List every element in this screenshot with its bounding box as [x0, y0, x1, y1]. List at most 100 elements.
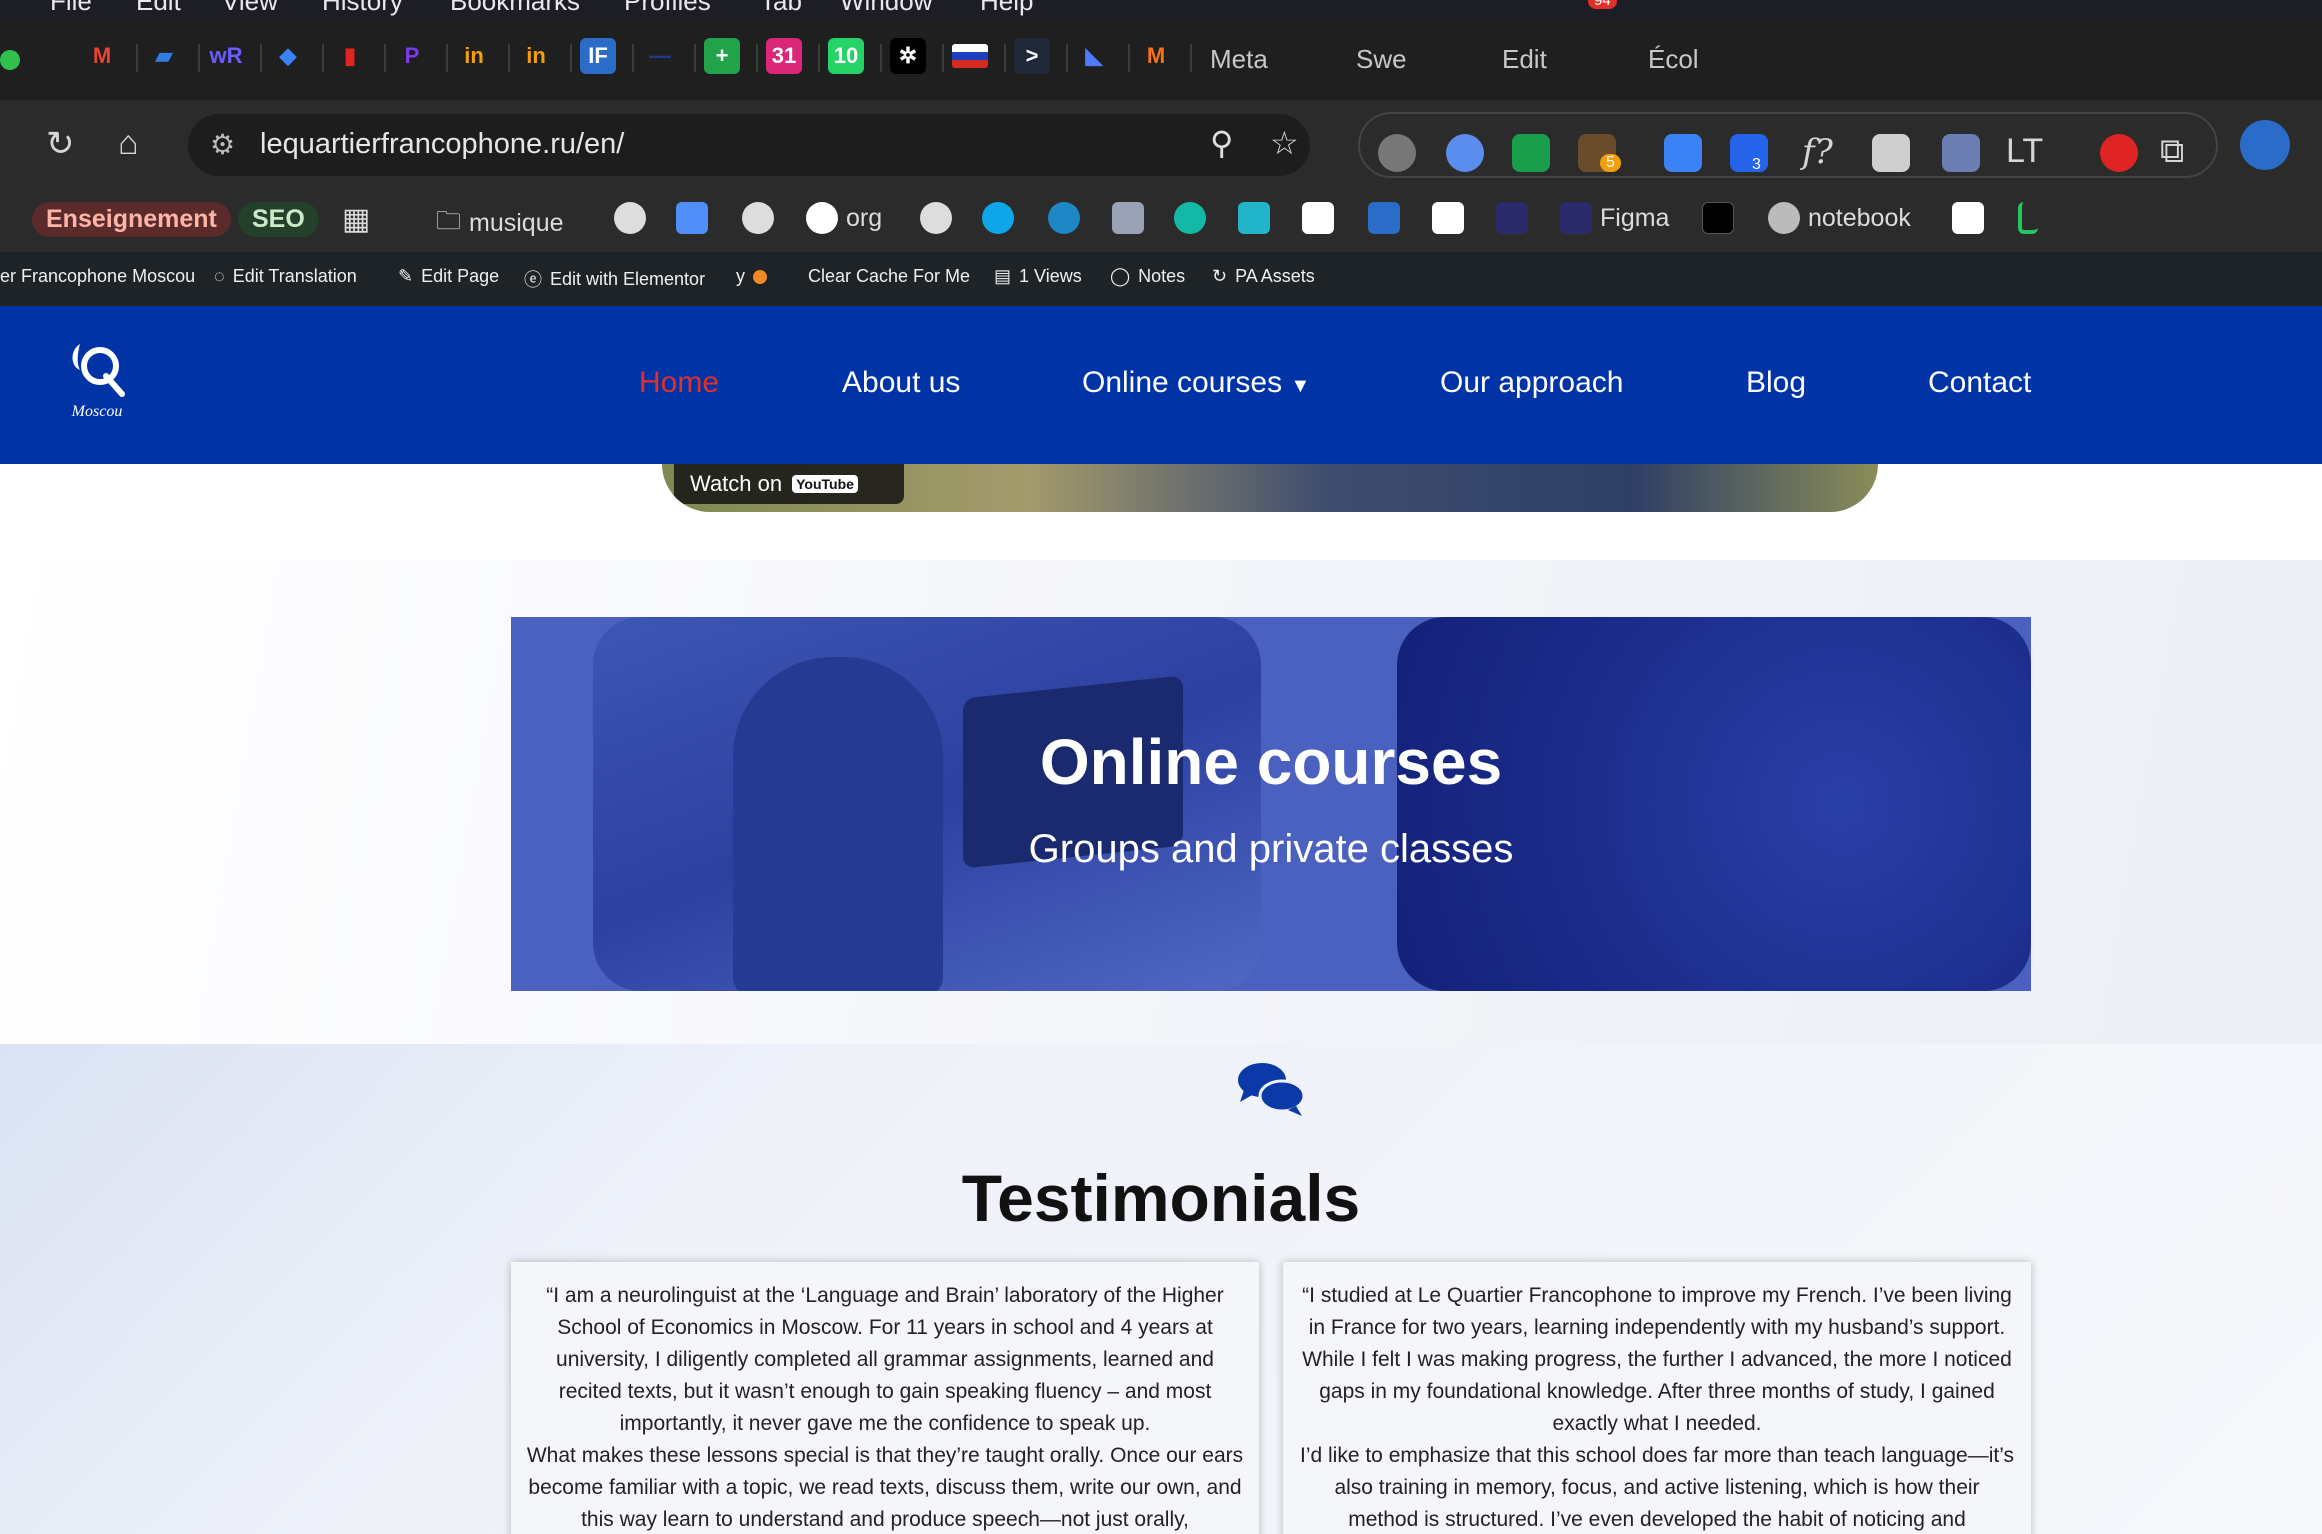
apps-grid-icon[interactable]: ▦	[342, 202, 370, 237]
online-courses-banner[interactable]: Online courses Groups and private classe…	[511, 617, 2031, 991]
menu-window[interactable]: Window	[840, 0, 932, 17]
cap-icon[interactable]: ▰	[146, 38, 182, 74]
tab-separator	[1066, 44, 1068, 72]
menu-help[interactable]: Help	[980, 0, 1033, 17]
nav-home[interactable]: Home	[639, 366, 719, 400]
russia-flag-icon[interactable]	[952, 44, 988, 68]
nav-contact[interactable]: Contact	[1928, 366, 2031, 400]
cap-bookmark-icon[interactable]	[676, 202, 708, 234]
red-book-icon[interactable]: ▮	[332, 38, 368, 74]
nav-online-courses[interactable]: Online courses ▼	[1082, 366, 1310, 400]
admin-edit-page[interactable]: ✎ Edit Page	[398, 266, 499, 287]
s-bookmark-icon[interactable]	[982, 202, 1014, 234]
dash-icon[interactable]: —	[642, 38, 678, 74]
bookmark-notebook[interactable]: notebook	[1768, 202, 1911, 234]
menu-bookmarks[interactable]: Bookmarks	[450, 0, 580, 17]
chat-bookmark-icon[interactable]	[1238, 202, 1270, 234]
edit-extension-icon[interactable]	[1664, 134, 1702, 172]
testimonial-paragraph: “I studied at Le Quartier Francophone to…	[1302, 1284, 2012, 1435]
l-bookmark-icon[interactable]	[1496, 202, 1528, 234]
menu-view[interactable]: View	[222, 0, 278, 17]
browser-tab[interactable]: Écol	[1648, 44, 1699, 75]
browser-tab[interactable]: Meta	[1210, 44, 1268, 75]
quartier-bookmark-icon[interactable]	[614, 202, 646, 234]
bookmark-folder-musique[interactable]: 🗀 musique	[436, 202, 564, 245]
menu-tab[interactable]: Tab	[760, 0, 802, 17]
store-bookmark-icon[interactable]	[1112, 202, 1144, 234]
site-logo[interactable]: Moscou	[64, 336, 130, 421]
school-bookmark-icon[interactable]	[1368, 202, 1400, 234]
nav-about-us[interactable]: About us	[842, 366, 960, 400]
nav-blog[interactable]: Blog	[1746, 366, 1806, 400]
quartier-bookmark-icon-3[interactable]	[920, 202, 952, 234]
l-green-bookmark-icon[interactable]	[2018, 202, 2038, 234]
snowflake-icon[interactable]: ✲	[890, 38, 926, 74]
bookmark-seo[interactable]: SEO	[238, 202, 319, 237]
nav-our-approach[interactable]: Our approach	[1440, 366, 1623, 400]
watch-on-youtube[interactable]: Watch on YouTube	[674, 464, 904, 504]
wave-bookmark-icon[interactable]	[1048, 202, 1080, 234]
elementor-icon: ⓔ	[524, 270, 542, 290]
admin-site-name[interactable]: er Francophone Moscou	[0, 266, 195, 287]
function-extension-icon[interactable]: f?	[1802, 132, 1833, 172]
site-settings-icon[interactable]: ⚙	[210, 128, 235, 161]
admin-views[interactable]: ▤ 1 Views	[994, 266, 1082, 287]
m-icon[interactable]: M	[1138, 38, 1174, 74]
infinity-bookmark-icon[interactable]	[1302, 202, 1334, 234]
browser-tab[interactable]: Edit	[1502, 44, 1547, 75]
p-icon[interactable]: P	[394, 38, 430, 74]
eyedropper-extension-icon[interactable]	[1872, 134, 1910, 172]
layers-icon[interactable]: ◆	[270, 38, 306, 74]
menu-edit[interactable]: Edit	[136, 0, 181, 17]
menu-profiles[interactable]: Profiles	[624, 0, 711, 17]
youtube-logo-icon: YouTube	[792, 475, 858, 493]
figure-extension-icon[interactable]	[1730, 134, 1768, 172]
green-extension-icon[interactable]	[1512, 134, 1550, 172]
home-icon[interactable]: ⌂	[118, 124, 139, 163]
admin-edit-translation[interactable]: ◌ Edit Translation	[214, 266, 357, 287]
gmail-icon[interactable]: M	[84, 38, 120, 74]
puzzle-icon[interactable]: ⧉	[2160, 132, 2184, 171]
wr-icon[interactable]: wR	[208, 38, 244, 74]
l-black-bookmark-icon[interactable]	[1702, 202, 1734, 234]
menu-history[interactable]: History	[322, 0, 403, 17]
p-bookmark-icon[interactable]	[1174, 202, 1206, 234]
admin-clear-cache[interactable]: Clear Cache For Me	[808, 266, 970, 287]
star-extension-icon[interactable]	[1446, 134, 1484, 172]
globe-extension-icon[interactable]	[1378, 134, 1416, 172]
amazon-bookmark-icon[interactable]	[1952, 202, 1984, 234]
whatsapp-icon[interactable]: 10	[828, 38, 864, 74]
bookmark-org[interactable]: org	[806, 202, 882, 234]
tab-separator	[1128, 44, 1130, 72]
profile-avatar[interactable]	[2240, 120, 2290, 170]
in-icon-1[interactable]: in	[456, 38, 492, 74]
in-icon-2[interactable]: in	[518, 38, 554, 74]
if-icon[interactable]: IF	[580, 38, 616, 74]
reload-icon[interactable]: ↻	[46, 124, 75, 164]
menu-file[interactable]: File	[50, 0, 92, 17]
record-extension-icon[interactable]	[2100, 134, 2138, 172]
zoom-icon[interactable]: ⚲	[1210, 124, 1233, 162]
bookmark-figma[interactable]: Figma	[1560, 202, 1669, 234]
tab-separator	[198, 44, 200, 72]
bookmark-enseignement[interactable]: Enseignement	[32, 202, 231, 237]
lqf-bookmark-icon[interactable]	[1432, 202, 1464, 234]
admin-pa-assets[interactable]: ↻ PA Assets	[1212, 266, 1315, 287]
admin-notes[interactable]: ◯ Notes	[1110, 266, 1185, 287]
terminal-icon[interactable]: >	[1014, 38, 1050, 74]
address-bar[interactable]: ⚙ lequartierfrancophone.ru/en/ ⚲ ☆	[188, 114, 1310, 176]
url-text[interactable]: lequartierfrancophone.ru/en/	[260, 128, 624, 161]
window-zoom-button[interactable]	[0, 50, 20, 70]
video-embed[interactable]: Watch on YouTube	[662, 464, 1878, 512]
lt-extension-icon[interactable]: LT	[2006, 132, 2043, 171]
admin-yoast[interactable]: y	[736, 266, 767, 287]
image-extension-icon[interactable]	[1942, 134, 1980, 172]
bookmark-star-icon[interactable]: ☆	[1270, 124, 1299, 162]
admin-edit-elementor[interactable]: ⓔ Edit with Elementor	[524, 266, 705, 292]
whale-icon[interactable]: ◣	[1076, 38, 1112, 74]
browser-tab[interactable]: Swe	[1356, 44, 1407, 75]
testimonial-paragraph: “I am a neurolinguist at the ‘Language a…	[546, 1284, 1224, 1435]
calendar-icon[interactable]: 31	[766, 38, 802, 74]
quartier-bookmark-icon-2[interactable]	[742, 202, 774, 234]
plus-icon[interactable]: +	[704, 38, 740, 74]
